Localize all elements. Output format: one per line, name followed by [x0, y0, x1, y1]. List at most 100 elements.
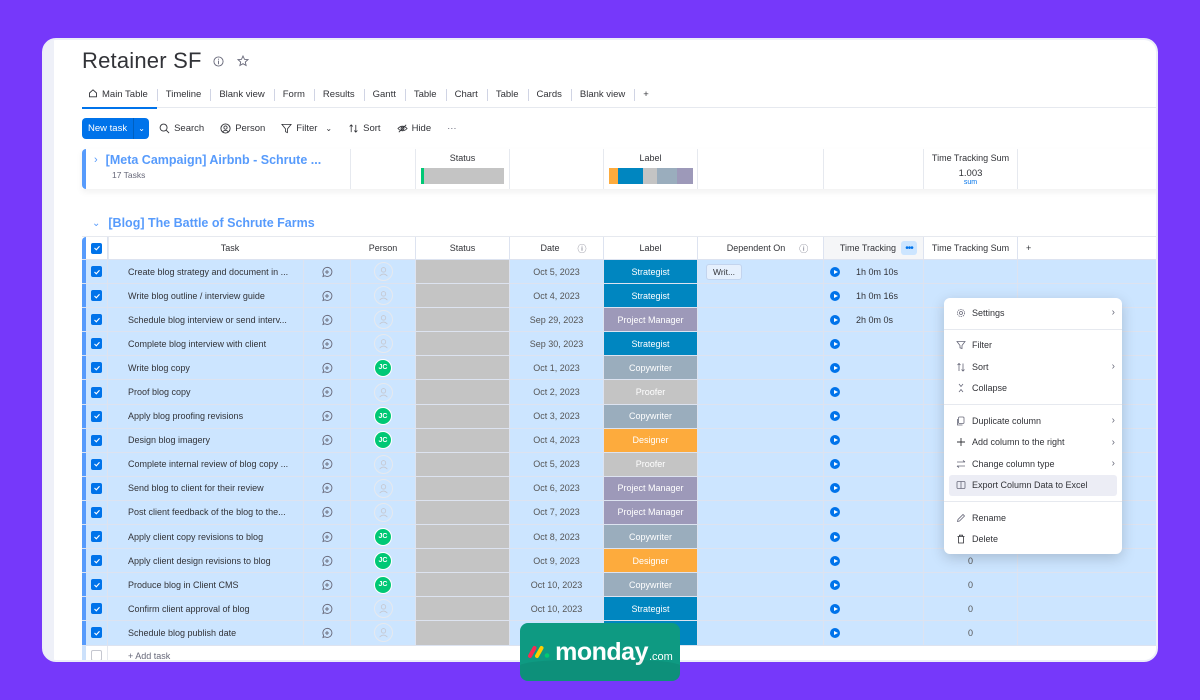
play-timer-icon[interactable] — [830, 387, 840, 398]
task-name[interactable]: Confirm client approval of blog — [108, 597, 303, 620]
group-title[interactable]: [Blog] The Battle of Schrute Farms — [108, 216, 314, 230]
label-cell[interactable]: Project Manager — [604, 476, 698, 500]
play-timer-icon[interactable] — [830, 435, 840, 446]
dependent-on-cell[interactable] — [698, 284, 824, 308]
add-update-icon[interactable] — [303, 476, 351, 500]
dependent-on-cell[interactable] — [698, 404, 824, 428]
row-checkbox[interactable] — [86, 332, 108, 356]
add-update-icon[interactable] — [303, 404, 351, 428]
add-column-button[interactable]: + — [1018, 237, 1058, 259]
empty-avatar-icon[interactable] — [373, 599, 393, 619]
label-cell[interactable]: Designer — [604, 549, 698, 573]
date-cell[interactable]: Oct 10, 2023 — [510, 597, 604, 621]
add-update-icon[interactable] — [303, 332, 351, 356]
date-cell[interactable]: Oct 5, 2023 — [510, 260, 604, 284]
play-timer-icon[interactable] — [830, 579, 840, 590]
add-update-icon[interactable] — [303, 500, 351, 525]
label-cell[interactable]: Copywriter — [604, 525, 698, 549]
row-checkbox[interactable] — [86, 573, 108, 597]
column-header-status[interactable]: Status — [416, 237, 510, 259]
label-cell[interactable]: Strategist — [604, 332, 698, 356]
date-cell[interactable]: Oct 6, 2023 — [510, 476, 604, 500]
table-row[interactable]: Produce blog in Client CMS JC Oct 10, 20… — [82, 573, 1156, 598]
hide-button[interactable]: Hide — [391, 118, 438, 139]
info-icon[interactable]: ⓘ — [799, 242, 808, 255]
column-header-task[interactable]: Task — [108, 237, 351, 259]
play-timer-icon[interactable] — [830, 531, 840, 542]
person-filter-button[interactable]: Person — [214, 118, 271, 139]
task-name[interactable]: Produce blog in Client CMS — [108, 573, 303, 596]
task-name[interactable]: Post client feedback of the blog to the.… — [108, 501, 303, 524]
column-header-person[interactable]: Person — [351, 237, 416, 259]
play-timer-icon[interactable] — [830, 459, 840, 470]
play-timer-icon[interactable] — [830, 338, 840, 349]
menu-item-export-column-data-to-excel[interactable]: Export Column Data to Excel — [949, 474, 1117, 496]
avatar[interactable]: JC — [374, 527, 392, 546]
dependency-chip[interactable]: Writ... — [706, 263, 743, 280]
time-tracking-cell[interactable] — [824, 380, 924, 404]
more-options-button[interactable]: ··· — [441, 118, 463, 139]
date-cell[interactable]: Oct 8, 2023 — [510, 525, 604, 549]
date-cell[interactable]: Sep 30, 2023 — [510, 332, 604, 356]
date-cell[interactable]: Sep 29, 2023 — [510, 308, 604, 332]
play-timer-icon[interactable] — [830, 483, 840, 494]
play-timer-icon[interactable] — [830, 314, 840, 325]
time-tracking-cell[interactable] — [824, 500, 924, 525]
status-cell[interactable] — [416, 525, 510, 549]
status-distribution-bar[interactable] — [420, 168, 505, 184]
play-timer-icon[interactable] — [830, 362, 840, 373]
avatar[interactable]: JC — [374, 551, 392, 570]
add-update-icon[interactable] — [303, 356, 351, 380]
play-timer-icon[interactable] — [830, 555, 840, 566]
play-timer-icon[interactable] — [830, 266, 840, 277]
person-cell[interactable]: JC — [351, 573, 416, 597]
date-cell[interactable]: Oct 2, 2023 — [510, 380, 604, 404]
person-cell[interactable]: JC — [351, 428, 416, 452]
dependent-on-cell[interactable] — [698, 500, 824, 525]
new-task-button[interactable]: New task ⌄ — [82, 117, 150, 139]
star-icon[interactable] — [236, 54, 250, 68]
time-tracking-cell[interactable]: 1h 0m 10s — [824, 260, 924, 284]
person-cell[interactable]: JC — [351, 356, 416, 380]
person-cell[interactable]: JC — [351, 404, 416, 428]
task-name[interactable]: Schedule blog interview or send interv..… — [108, 308, 303, 331]
date-cell[interactable]: Oct 4, 2023 — [510, 428, 604, 452]
tab-gantt[interactable]: Gantt — [363, 84, 405, 106]
label-cell[interactable]: Copywriter — [604, 404, 698, 428]
empty-avatar-icon[interactable] — [373, 623, 393, 643]
date-cell[interactable]: Oct 5, 2023 — [510, 452, 604, 476]
dependent-on-cell[interactable] — [698, 380, 824, 404]
label-cell[interactable]: Project Manager — [604, 308, 698, 332]
menu-item-add-column-to-the-right[interactable]: Add column to the right › — [944, 432, 1122, 454]
time-tracking-cell[interactable] — [824, 404, 924, 428]
menu-item-sort[interactable]: Sort › — [944, 356, 1122, 378]
chevron-down-icon[interactable]: ⌄ — [92, 218, 100, 229]
row-checkbox[interactable] — [86, 476, 108, 500]
tab-blank-view[interactable]: Blank view — [210, 84, 273, 106]
row-checkbox[interactable] — [86, 356, 108, 380]
status-cell[interactable] — [416, 597, 510, 621]
status-cell[interactable] — [416, 380, 510, 404]
menu-item-rename[interactable]: Rename — [944, 507, 1122, 529]
status-cell[interactable] — [416, 356, 510, 380]
add-update-icon[interactable] — [303, 452, 351, 476]
tab-chart[interactable]: Chart — [445, 84, 487, 106]
task-name[interactable]: Send blog to client for their review — [108, 477, 303, 500]
person-cell[interactable] — [351, 621, 416, 645]
time-tracking-cell[interactable] — [824, 573, 924, 597]
status-cell[interactable] — [416, 428, 510, 452]
empty-avatar-icon[interactable] — [373, 262, 393, 282]
dependent-on-cell[interactable] — [698, 428, 824, 452]
person-cell[interactable] — [351, 380, 416, 404]
empty-avatar-icon[interactable] — [373, 454, 393, 474]
column-options-button[interactable]: ••• — [901, 241, 917, 255]
empty-avatar-icon[interactable] — [373, 286, 393, 306]
status-cell[interactable] — [416, 549, 510, 573]
dependent-on-cell[interactable] — [698, 525, 824, 549]
column-header-time-tracking[interactable]: Time Tracking ••• — [824, 237, 924, 259]
play-timer-icon[interactable] — [830, 290, 840, 301]
empty-avatar-icon[interactable] — [373, 382, 393, 402]
time-tracking-cell[interactable] — [824, 525, 924, 549]
avatar[interactable]: JC — [374, 358, 392, 377]
person-cell[interactable] — [351, 332, 416, 356]
